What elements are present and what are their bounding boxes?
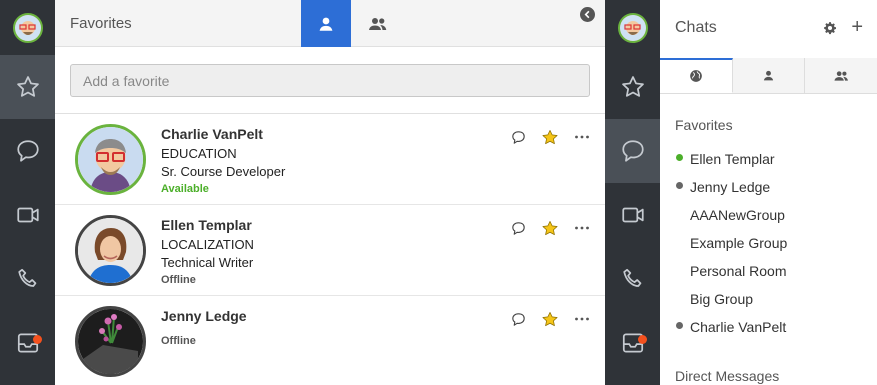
more-options-button[interactable] (573, 128, 591, 146)
presence-dot (676, 322, 683, 329)
chats-nav[interactable] (0, 119, 55, 183)
chat-bubble-icon (511, 221, 525, 235)
person-icon (763, 70, 774, 81)
message-button[interactable] (509, 310, 527, 328)
favorite-card[interactable]: Jenny Ledge Offline (55, 296, 605, 385)
more-options-button[interactable] (573, 310, 591, 328)
contact-title: Sr. Course Developer (161, 164, 286, 179)
chat-bubble-icon (511, 130, 525, 144)
people-icon (369, 17, 387, 30)
panel-title: Chats (675, 19, 717, 36)
chat-bubble-icon (621, 140, 644, 162)
presence-dot (676, 154, 683, 161)
presence-status: Offline (161, 274, 196, 286)
add-chat-button[interactable]: + (851, 17, 863, 37)
add-favorite-bar (55, 47, 605, 114)
ellipsis-icon (575, 317, 589, 321)
message-button[interactable] (509, 219, 527, 237)
chat-item[interactable]: Jenny Ledge (690, 179, 770, 195)
favorites-header: Favorites (55, 0, 605, 47)
phone-icon (17, 268, 36, 287)
favorite-card[interactable]: Ellen Templar LOCALIZATION Technical Wri… (55, 205, 605, 296)
collapse-panel-button[interactable] (580, 7, 595, 22)
chat-item[interactable]: AAANewGroup (690, 207, 785, 223)
tab-people[interactable] (732, 58, 806, 93)
star-icon (16, 76, 39, 97)
favorite-card[interactable]: Charlie VanPelt EDUCATION Sr. Course Dev… (55, 114, 605, 205)
single-user-toggle[interactable] (301, 0, 351, 47)
inbox-nav[interactable] (0, 311, 55, 375)
video-camera-icon (16, 207, 39, 223)
person-icon (319, 17, 333, 31)
favorites-section-header: Favorites (675, 117, 733, 133)
favorite-star-button[interactable] (541, 219, 559, 237)
chat-item[interactable]: Charlie VanPelt (690, 319, 786, 335)
star-icon (542, 220, 558, 235)
video-camera-icon (621, 207, 644, 223)
direct-messages-section-header: Direct Messages (675, 368, 780, 384)
favorites-panel: Favorites Charlie VanPelt EDUCATION Sr. … (55, 0, 605, 385)
more-options-button[interactable] (573, 219, 591, 237)
contact-title: Technical Writer (161, 255, 254, 270)
row-actions (509, 219, 591, 237)
chat-item[interactable]: Big Group (690, 291, 753, 307)
presence-status: Offline (161, 335, 196, 347)
add-favorite-input[interactable] (70, 64, 590, 97)
contact-name: Charlie VanPelt (161, 126, 263, 142)
presence-status: Available (161, 183, 209, 195)
ellipsis-icon (575, 135, 589, 139)
favorite-star-button[interactable] (541, 128, 559, 146)
video-nav[interactable] (605, 183, 660, 247)
chat-filter-tabs (660, 58, 877, 94)
globe-icon (689, 70, 702, 82)
contact-name: Ellen Templar (161, 217, 252, 233)
star-icon (542, 129, 558, 144)
chats-panel: Chats + Favorites Ellen Templar Jenny Le… (660, 0, 877, 385)
nav-rail-right (605, 0, 660, 385)
inbox-nav[interactable] (605, 311, 660, 375)
chevron-left-icon (584, 10, 590, 19)
video-nav[interactable] (0, 183, 55, 247)
settings-button[interactable] (823, 21, 837, 40)
chat-item[interactable]: Personal Room (690, 263, 787, 279)
presence-dot (676, 182, 683, 189)
chat-bubble-icon (16, 140, 39, 162)
tab-groups[interactable] (805, 58, 877, 93)
contact-name: Jenny Ledge (161, 308, 247, 324)
panel-title: Favorites (70, 15, 132, 32)
favorites-nav[interactable] (605, 55, 660, 119)
avatar (75, 306, 146, 377)
notification-dot (33, 335, 42, 344)
chats-nav[interactable] (605, 119, 660, 183)
avatar (75, 215, 146, 286)
chats-header: Chats + (660, 0, 877, 58)
star-icon (542, 311, 558, 326)
favorite-star-button[interactable] (541, 310, 559, 328)
nav-rail-left (0, 0, 55, 385)
user-avatar[interactable] (0, 0, 55, 55)
gear-icon (824, 22, 837, 35)
chat-item[interactable]: Ellen Templar (690, 151, 775, 167)
phone-nav[interactable] (605, 247, 660, 311)
phone-nav[interactable] (0, 247, 55, 311)
ellipsis-icon (575, 226, 589, 230)
contact-department: LOCALIZATION (161, 237, 254, 252)
group-toggle[interactable] (353, 0, 403, 47)
favorites-nav[interactable] (0, 55, 55, 119)
chat-bubble-icon (511, 312, 525, 326)
message-button[interactable] (509, 128, 527, 146)
row-actions (509, 310, 591, 328)
avatar (75, 124, 146, 195)
tab-all[interactable] (660, 58, 733, 93)
people-icon (834, 70, 848, 81)
chat-item[interactable]: Example Group (690, 235, 787, 251)
phone-icon (622, 268, 641, 287)
notification-dot (638, 335, 647, 344)
row-actions (509, 128, 591, 146)
user-avatar[interactable] (605, 0, 660, 55)
star-icon (621, 76, 644, 97)
contact-department: EDUCATION (161, 146, 237, 161)
